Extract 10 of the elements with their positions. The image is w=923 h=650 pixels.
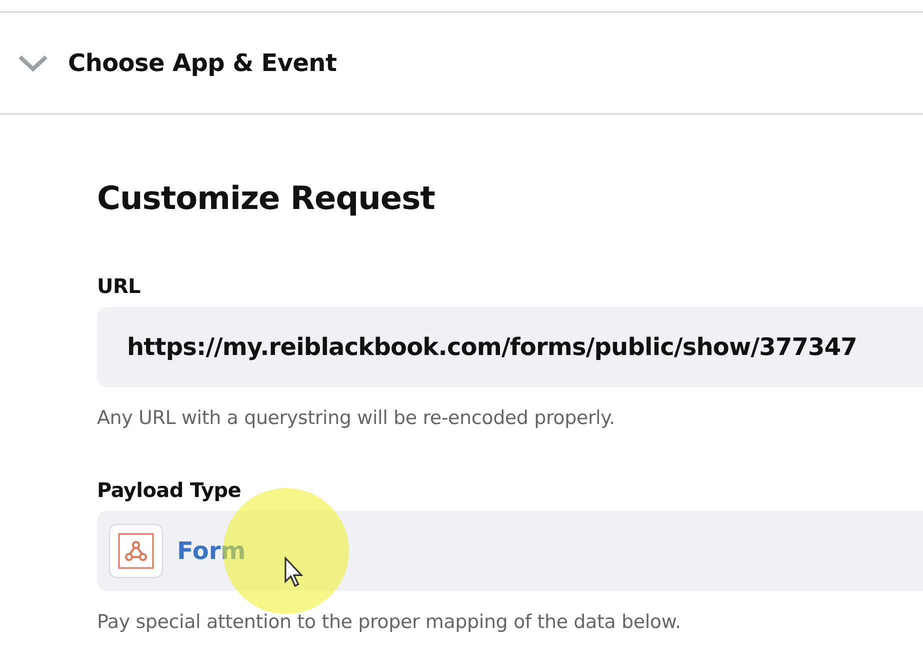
section-header[interactable]: Choose App & Event <box>0 11 923 115</box>
form-title: Customize Request <box>97 179 436 217</box>
webhook-icon <box>109 524 163 578</box>
cursor-icon <box>283 556 305 588</box>
url-field[interactable]: https://my.reiblackbook.com/forms/public/show/377347 <box>97 307 923 387</box>
field-hint: Pay special attention to the proper mapping of the data below. <box>97 611 682 633</box>
field-label: Payload Type <box>97 478 242 502</box>
field-label: URL <box>97 274 142 298</box>
field-hint: Any URL with a querystring will be re-encoded properly. <box>97 407 616 429</box>
section-title: Choose App & Event <box>68 49 337 77</box>
